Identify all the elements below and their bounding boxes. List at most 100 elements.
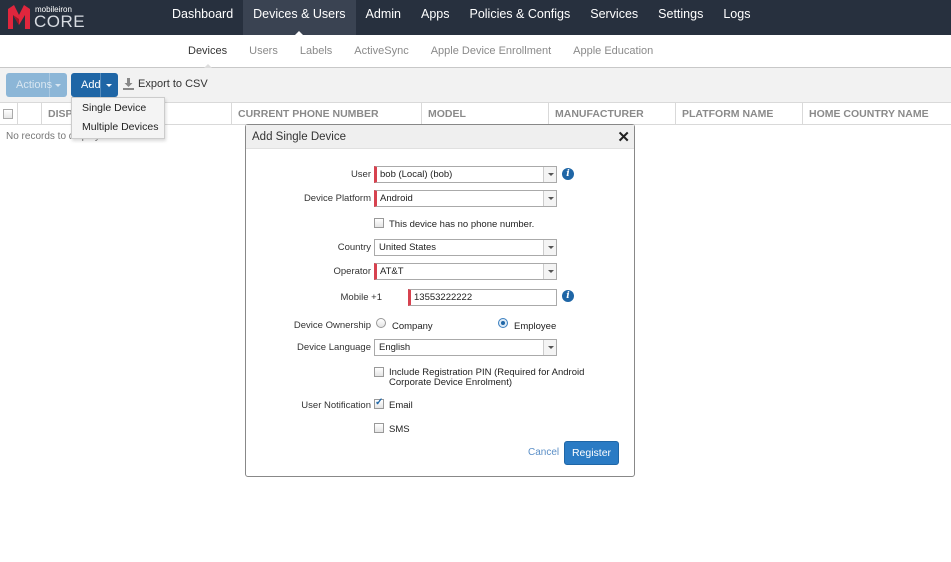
nav-devices-users[interactable]: Devices & Users	[243, 0, 356, 35]
ownership-company-label: Company	[392, 321, 433, 332]
cancel-button[interactable]: Cancel	[528, 447, 559, 458]
actions-button-label: Actions	[16, 79, 53, 91]
chevron-down-icon	[543, 340, 556, 355]
no-phone-row: This device has no phone number.	[246, 217, 636, 235]
column-model[interactable]: MODEL	[421, 103, 548, 125]
export-csv-button[interactable]: Export to CSV	[123, 78, 208, 90]
device-platform-value: Android	[380, 193, 413, 204]
operator-row: Operator AT&T	[246, 263, 636, 281]
subnav-apple-education[interactable]: Apple Education	[562, 35, 664, 68]
registration-pin-label: Include Registration PIN (Required for A…	[389, 368, 584, 388]
ownership-employee-label: Employee	[514, 321, 557, 332]
nav-services[interactable]: Services	[580, 0, 648, 35]
brand-big-text: CORE	[34, 12, 86, 31]
dialog-header: Add Single Device ✕	[246, 125, 634, 149]
subnav-users[interactable]: Users	[238, 35, 289, 68]
info-icon[interactable]: i	[562, 290, 574, 302]
add-single-device-dialog: Add Single Device ✕ User bob (Local) (bo…	[245, 124, 635, 477]
subnav-activesync[interactable]: ActiveSync	[343, 35, 419, 68]
add-button-label: Add	[81, 79, 101, 91]
device-language-label: Device Language	[297, 342, 371, 353]
user-notification-row: User Notification Email	[246, 397, 636, 415]
country-value: United States	[379, 242, 437, 253]
column-current-phone-number[interactable]: CURRENT PHONE NUMBER	[231, 103, 421, 125]
menu-item-multiple-devices[interactable]: Multiple Devices	[72, 118, 164, 137]
dialog-title: Add Single Device	[252, 131, 346, 143]
subnav-apple-device-enrollment[interactable]: Apple Device Enrollment	[420, 35, 562, 68]
mobile-country-code: +1	[371, 292, 382, 303]
ownership-company-radio[interactable]	[376, 318, 386, 328]
actions-button[interactable]: Actions	[6, 73, 67, 97]
user-select-value: bob (Local) (bob)	[380, 169, 453, 180]
nav-admin[interactable]: Admin	[356, 0, 411, 35]
sms-notification-label: SMS	[389, 424, 410, 435]
subnav-devices[interactable]: Devices	[177, 35, 238, 68]
user-select[interactable]: bob (Local) (bob)	[374, 166, 557, 183]
chevron-down-icon	[543, 264, 556, 279]
device-platform-select[interactable]: Android	[374, 190, 557, 207]
chevron-down-icon	[543, 191, 556, 206]
column-blank	[17, 103, 41, 125]
add-button[interactable]: Add	[71, 73, 118, 97]
download-icon	[123, 78, 134, 90]
mobileiron-logo-icon	[8, 5, 30, 29]
register-button[interactable]: Register	[564, 441, 619, 465]
registration-pin-label-line2: Corporate Device Enrolment)	[389, 377, 513, 388]
no-phone-label: This device has no phone number.	[389, 219, 535, 230]
country-select[interactable]: United States	[374, 239, 557, 256]
registration-pin-checkbox[interactable]	[374, 367, 384, 377]
column-home-country-name[interactable]: HOME COUNTRY NAME	[802, 103, 951, 125]
sms-notification-row: SMS	[246, 421, 636, 439]
device-language-value: English	[379, 342, 411, 353]
sub-navigation: Devices Users Labels ActiveSync Apple De…	[0, 35, 951, 68]
menu-item-single-device[interactable]: Single Device	[72, 99, 164, 118]
nav-policies-configs[interactable]: Policies & Configs	[459, 0, 580, 35]
mobile-row: Mobile +1 13553222222 i	[246, 289, 636, 307]
nav-apps[interactable]: Apps	[411, 0, 460, 35]
info-icon[interactable]: i	[562, 168, 574, 180]
nav-dashboard[interactable]: Dashboard	[162, 0, 243, 35]
operator-select[interactable]: AT&T	[374, 263, 557, 280]
export-csv-label: Export to CSV	[138, 78, 208, 90]
add-dropdown-menu: Single Device Multiple Devices	[71, 97, 165, 139]
country-row: Country United States	[246, 239, 636, 257]
top-navigation-bar: mobileiron CORE Dashboard Devices & User…	[0, 0, 951, 35]
user-notification-label: User Notification	[301, 400, 371, 411]
select-all-checkbox[interactable]	[3, 109, 13, 120]
column-manufacturer[interactable]: MANUFACTURER	[548, 103, 675, 125]
caret-down-icon	[55, 84, 61, 87]
device-language-select[interactable]: English	[374, 339, 557, 356]
registration-pin-row: Include Registration PIN (Required for A…	[246, 367, 636, 391]
operator-value: AT&T	[380, 266, 404, 277]
nav-logs[interactable]: Logs	[713, 0, 760, 35]
caret-down-icon	[106, 84, 112, 87]
close-icon[interactable]: ✕	[617, 128, 630, 146]
email-notification-label: Email	[389, 400, 413, 411]
chevron-down-icon	[543, 167, 556, 182]
country-label: Country	[337, 242, 371, 253]
select-all-cell	[0, 103, 17, 125]
device-platform-row: Device Platform Android	[246, 190, 636, 208]
device-ownership-label: Device Ownership	[293, 320, 371, 331]
device-ownership-row: Device Ownership Company Employee	[246, 317, 636, 335]
device-platform-label: Device Platform	[303, 193, 371, 204]
email-notification-checkbox[interactable]	[374, 397, 384, 409]
mobile-label: Mobile +1	[341, 292, 382, 303]
main-nav: Dashboard Devices & Users Admin Apps Pol…	[162, 0, 760, 35]
subnav-labels[interactable]: Labels	[289, 35, 343, 68]
button-divider	[49, 73, 50, 97]
mobile-number-input[interactable]: 13553222222	[408, 289, 557, 306]
user-row: User bob (Local) (bob) i	[246, 166, 636, 184]
column-platform-name[interactable]: PLATFORM NAME	[675, 103, 802, 125]
device-language-row: Device Language English	[246, 339, 636, 357]
mobile-label-text: Mobile	[340, 292, 369, 303]
mobileiron-core-logo[interactable]: mobileiron CORE	[8, 3, 88, 33]
button-divider	[100, 73, 101, 97]
ownership-employee-radio[interactable]	[498, 318, 508, 328]
nav-settings[interactable]: Settings	[648, 0, 713, 35]
operator-label: Operator	[333, 266, 372, 277]
no-phone-checkbox[interactable]	[374, 218, 384, 228]
user-label: User	[350, 169, 371, 180]
chevron-down-icon	[543, 240, 556, 255]
sms-notification-checkbox[interactable]	[374, 423, 384, 433]
